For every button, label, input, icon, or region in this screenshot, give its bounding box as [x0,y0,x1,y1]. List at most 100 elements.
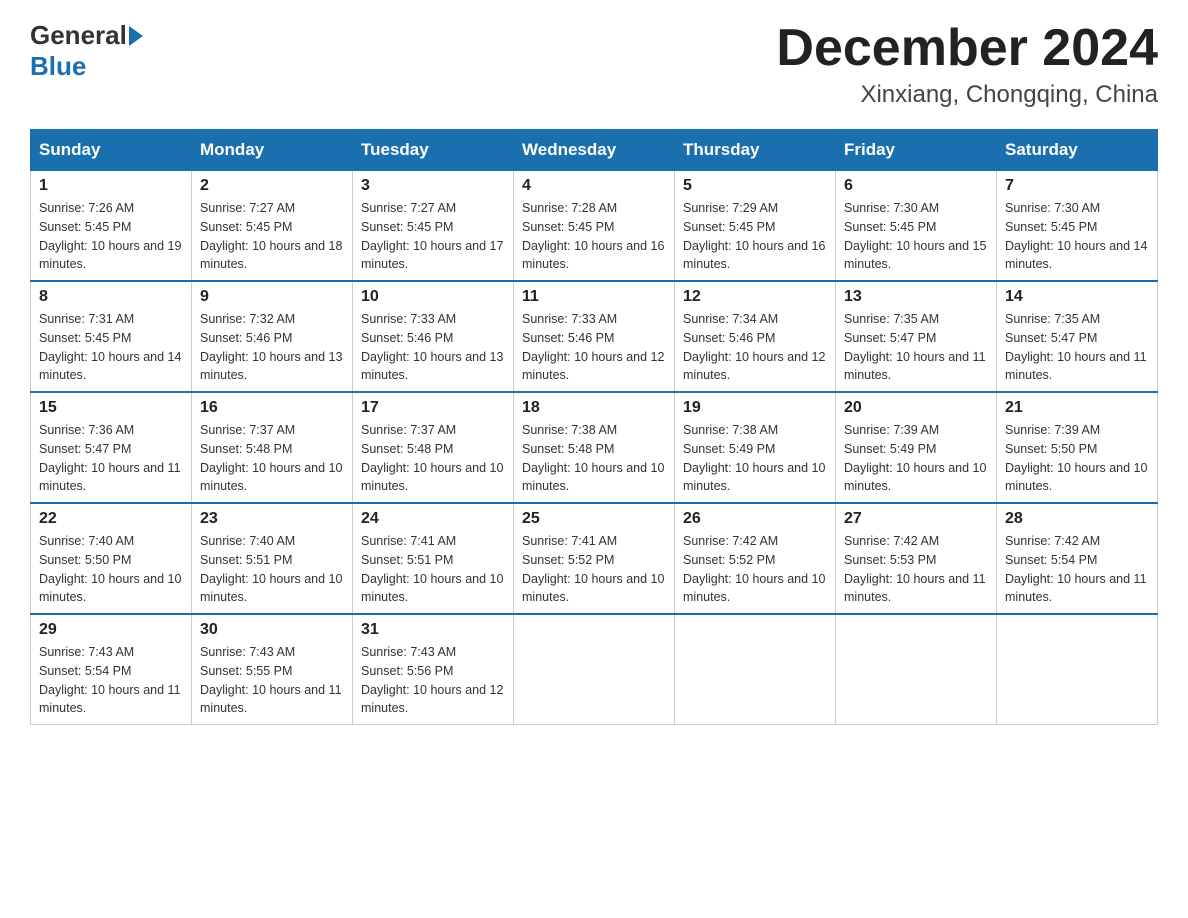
sunset-label: Sunset: 5:45 PM [200,220,292,234]
calendar-day-cell: 13 Sunrise: 7:35 AM Sunset: 5:47 PM Dayl… [836,281,997,392]
sunset-label: Sunset: 5:52 PM [683,553,775,567]
day-number: 5 [683,177,827,195]
calendar-header-saturday: Saturday [997,130,1158,171]
daylight-label: Daylight: 10 hours and 10 minutes. [522,572,664,605]
calendar-day-cell: 30 Sunrise: 7:43 AM Sunset: 5:55 PM Dayl… [192,614,353,725]
day-number: 14 [1005,288,1149,306]
calendar-header-thursday: Thursday [675,130,836,171]
sunset-label: Sunset: 5:50 PM [39,553,131,567]
sunset-label: Sunset: 5:46 PM [522,331,614,345]
sunrise-label: Sunrise: 7:38 AM [522,423,617,437]
calendar-day-cell: 14 Sunrise: 7:35 AM Sunset: 5:47 PM Dayl… [997,281,1158,392]
daylight-label: Daylight: 10 hours and 11 minutes. [39,461,181,494]
sunrise-label: Sunrise: 7:35 AM [844,312,939,326]
calendar-day-cell: 16 Sunrise: 7:37 AM Sunset: 5:48 PM Dayl… [192,392,353,503]
calendar-day-cell: 25 Sunrise: 7:41 AM Sunset: 5:52 PM Dayl… [514,503,675,614]
day-number: 30 [200,621,344,639]
sunrise-label: Sunrise: 7:39 AM [1005,423,1100,437]
sunrise-label: Sunrise: 7:34 AM [683,312,778,326]
daylight-label: Daylight: 10 hours and 16 minutes. [522,239,664,272]
day-number: 15 [39,399,183,417]
day-info: Sunrise: 7:42 AM Sunset: 5:53 PM Dayligh… [844,532,988,607]
day-number: 8 [39,288,183,306]
calendar-day-cell: 1 Sunrise: 7:26 AM Sunset: 5:45 PM Dayli… [31,171,192,282]
daylight-label: Daylight: 10 hours and 12 minutes. [522,350,664,383]
sunrise-label: Sunrise: 7:40 AM [200,534,295,548]
day-number: 29 [39,621,183,639]
calendar-day-cell: 12 Sunrise: 7:34 AM Sunset: 5:46 PM Dayl… [675,281,836,392]
calendar-week-row: 15 Sunrise: 7:36 AM Sunset: 5:47 PM Dayl… [31,392,1158,503]
day-number: 17 [361,399,505,417]
day-info: Sunrise: 7:33 AM Sunset: 5:46 PM Dayligh… [522,310,666,385]
calendar-day-cell: 5 Sunrise: 7:29 AM Sunset: 5:45 PM Dayli… [675,171,836,282]
day-info: Sunrise: 7:43 AM Sunset: 5:56 PM Dayligh… [361,643,505,718]
daylight-label: Daylight: 10 hours and 17 minutes. [361,239,503,272]
day-info: Sunrise: 7:41 AM Sunset: 5:51 PM Dayligh… [361,532,505,607]
daylight-label: Daylight: 10 hours and 11 minutes. [1005,350,1147,383]
daylight-label: Daylight: 10 hours and 13 minutes. [200,350,342,383]
sunrise-label: Sunrise: 7:42 AM [1005,534,1100,548]
daylight-label: Daylight: 10 hours and 10 minutes. [844,461,986,494]
day-number: 18 [522,399,666,417]
day-info: Sunrise: 7:38 AM Sunset: 5:49 PM Dayligh… [683,421,827,496]
calendar-day-cell: 2 Sunrise: 7:27 AM Sunset: 5:45 PM Dayli… [192,171,353,282]
calendar-day-cell: 28 Sunrise: 7:42 AM Sunset: 5:54 PM Dayl… [997,503,1158,614]
calendar-day-cell: 17 Sunrise: 7:37 AM Sunset: 5:48 PM Dayl… [353,392,514,503]
day-number: 31 [361,621,505,639]
daylight-label: Daylight: 10 hours and 14 minutes. [39,350,181,383]
calendar-header-friday: Friday [836,130,997,171]
page-header: General Blue December 2024 Xinxiang, Cho… [30,20,1158,109]
sunset-label: Sunset: 5:48 PM [361,442,453,456]
calendar-day-cell: 21 Sunrise: 7:39 AM Sunset: 5:50 PM Dayl… [997,392,1158,503]
sunset-label: Sunset: 5:54 PM [39,664,131,678]
sunset-label: Sunset: 5:45 PM [39,331,131,345]
day-info: Sunrise: 7:39 AM Sunset: 5:49 PM Dayligh… [844,421,988,496]
sunset-label: Sunset: 5:45 PM [39,220,131,234]
daylight-label: Daylight: 10 hours and 12 minutes. [361,683,503,716]
day-info: Sunrise: 7:29 AM Sunset: 5:45 PM Dayligh… [683,199,827,274]
day-info: Sunrise: 7:33 AM Sunset: 5:46 PM Dayligh… [361,310,505,385]
sunset-label: Sunset: 5:45 PM [683,220,775,234]
sunrise-label: Sunrise: 7:40 AM [39,534,134,548]
daylight-label: Daylight: 10 hours and 10 minutes. [200,461,342,494]
sunrise-label: Sunrise: 7:26 AM [39,201,134,215]
daylight-label: Daylight: 10 hours and 10 minutes. [39,572,181,605]
calendar-day-cell: 27 Sunrise: 7:42 AM Sunset: 5:53 PM Dayl… [836,503,997,614]
sunset-label: Sunset: 5:47 PM [844,331,936,345]
daylight-label: Daylight: 10 hours and 11 minutes. [39,683,181,716]
sunset-label: Sunset: 5:49 PM [683,442,775,456]
daylight-label: Daylight: 10 hours and 16 minutes. [683,239,825,272]
sunset-label: Sunset: 5:53 PM [844,553,936,567]
sunset-label: Sunset: 5:45 PM [522,220,614,234]
day-info: Sunrise: 7:43 AM Sunset: 5:54 PM Dayligh… [39,643,183,718]
daylight-label: Daylight: 10 hours and 19 minutes. [39,239,181,272]
day-number: 12 [683,288,827,306]
sunrise-label: Sunrise: 7:43 AM [39,645,134,659]
day-number: 25 [522,510,666,528]
calendar-day-cell: 7 Sunrise: 7:30 AM Sunset: 5:45 PM Dayli… [997,171,1158,282]
sunset-label: Sunset: 5:50 PM [1005,442,1097,456]
sunrise-label: Sunrise: 7:38 AM [683,423,778,437]
daylight-label: Daylight: 10 hours and 11 minutes. [844,572,986,605]
sunset-label: Sunset: 5:55 PM [200,664,292,678]
logo-triangle-icon [129,26,143,46]
calendar-day-cell: 29 Sunrise: 7:43 AM Sunset: 5:54 PM Dayl… [31,614,192,725]
calendar-day-cell: 18 Sunrise: 7:38 AM Sunset: 5:48 PM Dayl… [514,392,675,503]
calendar-day-cell: 3 Sunrise: 7:27 AM Sunset: 5:45 PM Dayli… [353,171,514,282]
daylight-label: Daylight: 10 hours and 10 minutes. [361,572,503,605]
daylight-label: Daylight: 10 hours and 18 minutes. [200,239,342,272]
calendar-title: December 2024 [776,20,1158,77]
day-info: Sunrise: 7:40 AM Sunset: 5:51 PM Dayligh… [200,532,344,607]
sunrise-label: Sunrise: 7:43 AM [361,645,456,659]
calendar-subtitle: Xinxiang, Chongqing, China [776,81,1158,109]
day-number: 20 [844,399,988,417]
sunrise-label: Sunrise: 7:37 AM [200,423,295,437]
daylight-label: Daylight: 10 hours and 11 minutes. [1005,572,1147,605]
day-number: 22 [39,510,183,528]
sunset-label: Sunset: 5:48 PM [200,442,292,456]
day-number: 10 [361,288,505,306]
day-info: Sunrise: 7:40 AM Sunset: 5:50 PM Dayligh… [39,532,183,607]
daylight-label: Daylight: 10 hours and 13 minutes. [361,350,503,383]
day-number: 24 [361,510,505,528]
sunrise-label: Sunrise: 7:36 AM [39,423,134,437]
